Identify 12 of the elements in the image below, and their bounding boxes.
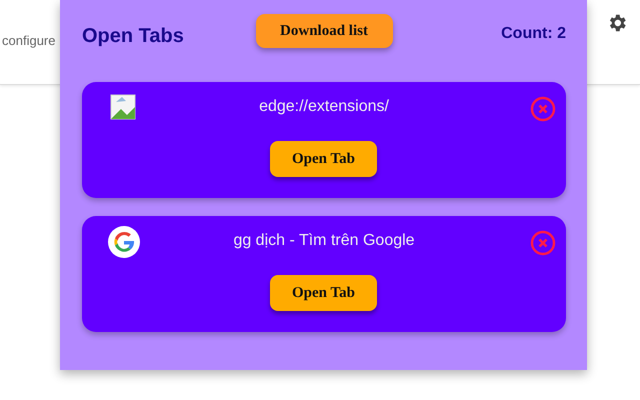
close-icon[interactable] (530, 230, 556, 256)
tab-count: Count: 2 (500, 24, 566, 43)
close-icon[interactable] (530, 96, 556, 122)
tab-title: gg dịch - Tìm trên Google (232, 232, 416, 250)
download-list-button[interactable]: Download list (256, 14, 392, 48)
broken-image-icon (108, 92, 138, 122)
hint-text: configure (2, 33, 56, 48)
tab-title: edge://extensions/ (258, 98, 390, 116)
open-tab-button[interactable]: Open Tab (270, 141, 377, 177)
popup-title: Open Tabs (82, 24, 185, 48)
google-logo-icon (108, 226, 140, 258)
open-tab-button[interactable]: Open Tab (270, 275, 377, 311)
